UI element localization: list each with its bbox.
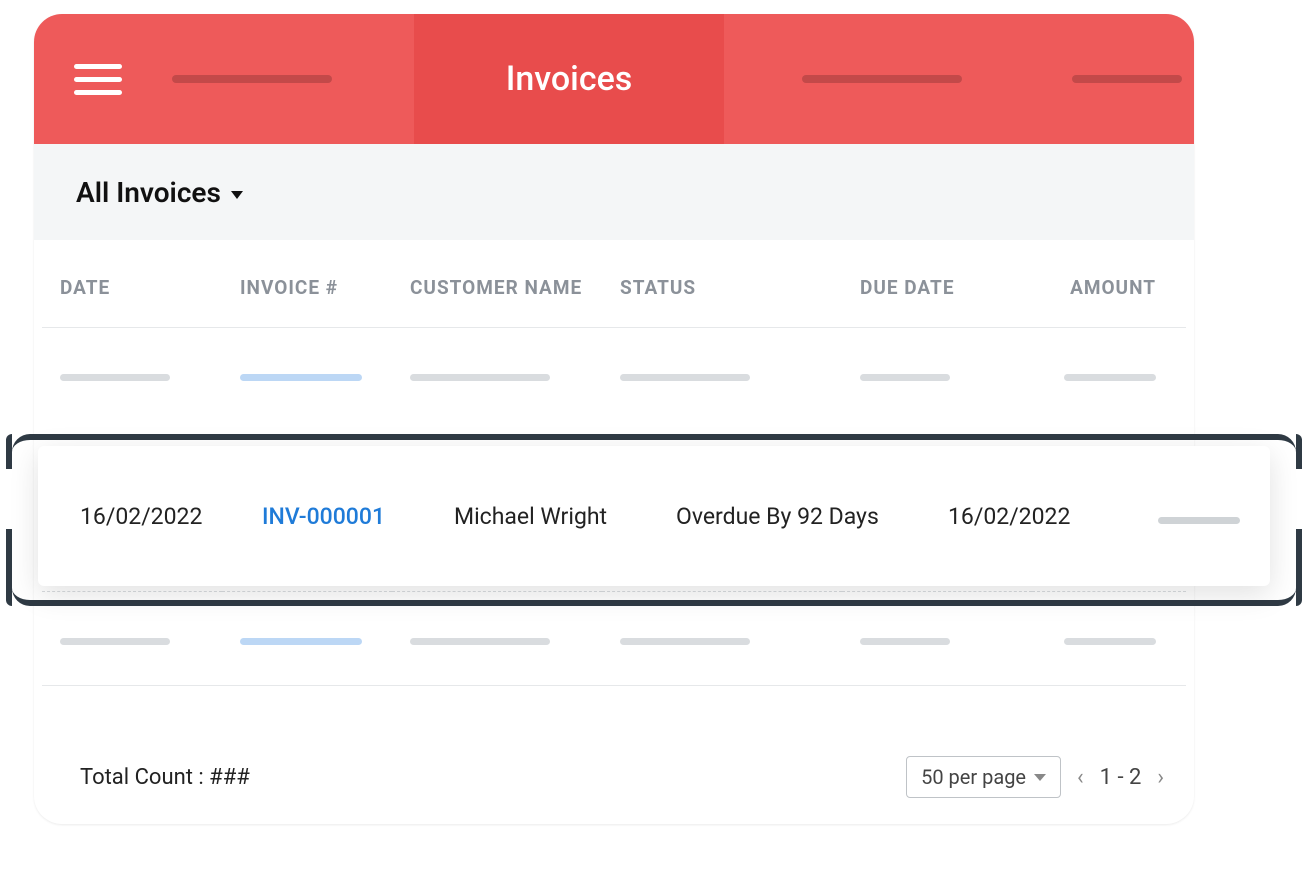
table-bottom-border xyxy=(42,685,1186,686)
cell-placeholder xyxy=(1158,517,1240,524)
pager: 50 per page ‹ 1 - 2 › xyxy=(906,756,1164,798)
hamburger-menu-icon[interactable] xyxy=(74,64,122,95)
total-count-label: Total Count : ### xyxy=(80,765,250,790)
table-header-row: DATE INVOICE # CUSTOMER NAME STATUS DUE … xyxy=(42,258,1186,328)
cell-due-date: 16/02/2022 xyxy=(948,503,1148,530)
top-nav-bar: Invoices xyxy=(34,14,1194,144)
cell-placeholder-link xyxy=(240,374,362,381)
col-header-amount[interactable]: AMOUNT xyxy=(1032,258,1186,328)
nav-tab-active[interactable]: Invoices xyxy=(414,14,724,144)
top-nav-left xyxy=(34,14,414,144)
nav-tab-placeholder-2[interactable] xyxy=(802,75,962,83)
col-header-invoice[interactable]: INVOICE # xyxy=(222,258,392,328)
invoice-list-card: Invoices All Invoices DATE INVOIC xyxy=(34,14,1194,824)
highlighted-invoice-row[interactable]: 16/02/2022 INV-000001 Michael Wright Ove… xyxy=(38,446,1270,586)
table-footer: Total Count : ### 50 per page ‹ 1 - 2 › xyxy=(80,756,1164,798)
cell-placeholder xyxy=(410,638,550,645)
filter-dropdown[interactable]: All Invoices xyxy=(34,144,1194,240)
cell-placeholder xyxy=(620,638,750,645)
per-page-label: 50 per page xyxy=(921,765,1026,789)
nav-tab-placeholder-1[interactable] xyxy=(172,75,332,83)
cell-customer: Michael Wright xyxy=(454,503,676,530)
col-header-customer[interactable]: CUSTOMER NAME xyxy=(392,258,602,328)
top-nav-right xyxy=(724,14,1194,144)
caret-down-icon xyxy=(231,191,243,199)
nav-tab-active-label: Invoices xyxy=(506,59,633,99)
cell-placeholder xyxy=(60,374,170,381)
chevron-down-icon xyxy=(1034,774,1046,781)
cell-placeholder xyxy=(620,374,750,381)
cell-status: Overdue By 92 Days xyxy=(676,503,948,530)
table-row[interactable] xyxy=(42,591,1186,685)
col-header-due-date[interactable]: DUE DATE xyxy=(842,258,1032,328)
cell-invoice-link[interactable]: INV-000001 xyxy=(262,503,454,530)
page-prev-button[interactable]: ‹ xyxy=(1077,765,1084,790)
cell-placeholder-link xyxy=(240,638,362,645)
cell-placeholder xyxy=(1064,638,1156,645)
page-next-button[interactable]: › xyxy=(1157,765,1164,790)
cell-placeholder xyxy=(860,374,950,381)
table-row[interactable] xyxy=(42,328,1186,422)
cell-date: 16/02/2022 xyxy=(80,503,262,530)
cell-placeholder xyxy=(1064,374,1156,381)
per-page-select[interactable]: 50 per page xyxy=(906,756,1061,798)
nav-tab-placeholder-3[interactable] xyxy=(1072,75,1182,83)
cell-placeholder xyxy=(860,638,950,645)
page-range-label: 1 - 2 xyxy=(1100,765,1142,790)
col-header-status[interactable]: STATUS xyxy=(602,258,842,328)
cell-placeholder xyxy=(60,638,170,645)
bracket-gap xyxy=(6,469,16,529)
col-header-date[interactable]: DATE xyxy=(42,258,222,328)
cell-amount xyxy=(1148,503,1270,530)
cell-placeholder xyxy=(410,374,550,381)
filter-dropdown-label: All Invoices xyxy=(76,176,221,209)
bracket-gap xyxy=(1292,469,1302,529)
